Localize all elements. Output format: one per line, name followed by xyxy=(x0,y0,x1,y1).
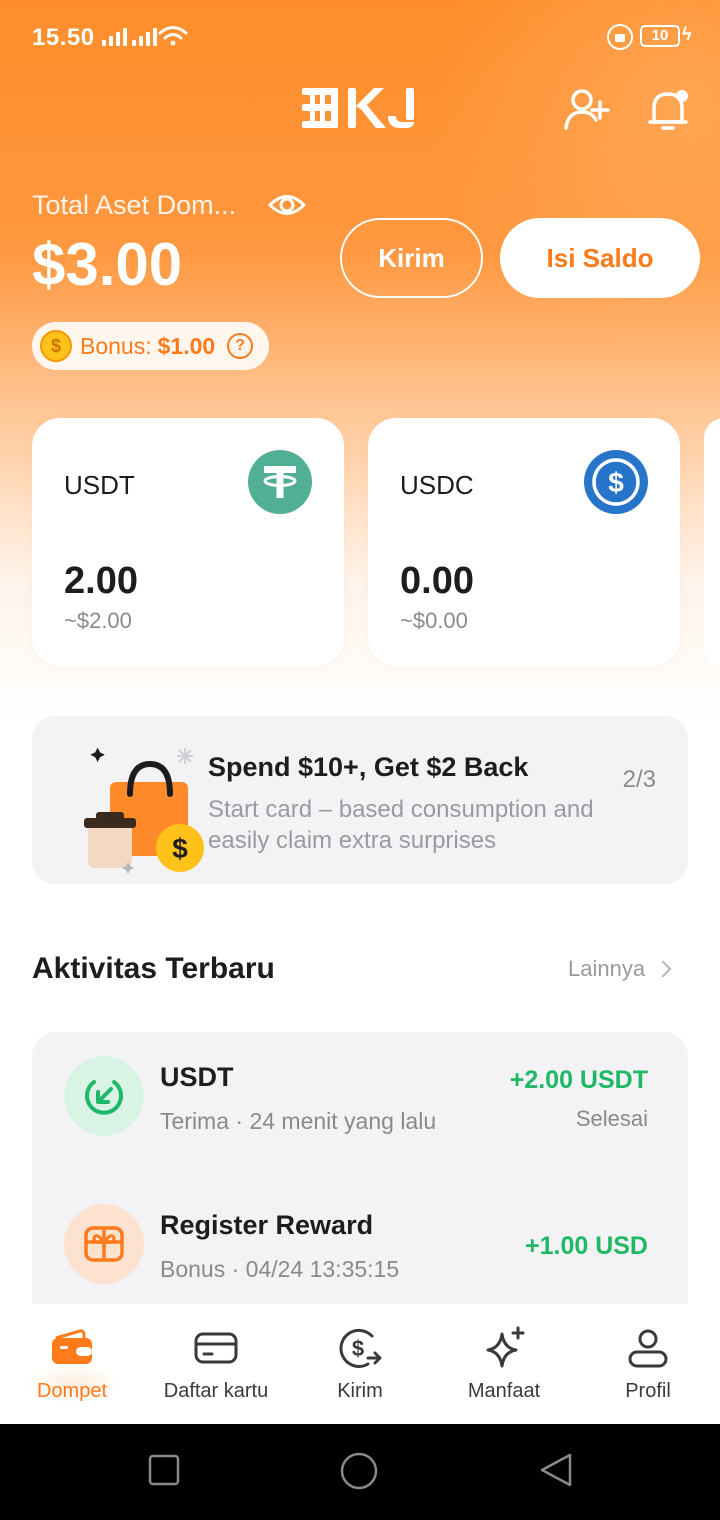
card-icon xyxy=(194,1332,238,1364)
list-item[interactable]: USDT Terima · 24 menit yang lalu +2.00 U… xyxy=(32,1032,688,1160)
coin-amount: 0.00 xyxy=(400,560,474,602)
recent-activity-title: Aktivitas Terbaru xyxy=(32,952,275,985)
send-button[interactable]: Kirim xyxy=(340,218,483,298)
coin-name: USDC xyxy=(400,470,474,500)
nav-label: Daftar kartu xyxy=(163,1380,269,1402)
coin-amount: 2.00 xyxy=(64,560,138,602)
coin-card-usdt[interactable]: USDT 2.00 ~$2.00 xyxy=(32,418,344,666)
nav-item-kirim[interactable]: $ Kirim xyxy=(288,1304,432,1424)
svg-text:$: $ xyxy=(608,467,624,498)
profile-icon xyxy=(628,1329,668,1368)
wallet-icon xyxy=(52,1329,92,1364)
status-bar: 15.50 10 ϟ xyxy=(0,0,720,76)
status-time: 15.50 xyxy=(32,24,95,51)
nav-label: Manfaat xyxy=(467,1380,541,1402)
promo-title: Spend $10+, Get $2 Back xyxy=(208,752,529,782)
coin-card-peek[interactable] xyxy=(704,418,720,666)
signal-icon xyxy=(132,28,157,46)
top-up-button[interactable]: Isi Saldo xyxy=(500,218,700,298)
bonus-pill[interactable]: $ Bonus: $1.00 ? xyxy=(32,322,269,370)
promo-subtitle: Start card – based consumption and easil… xyxy=(208,796,594,854)
coin-usd-value: ~$0.00 xyxy=(400,608,468,633)
send-money-icon: $ xyxy=(339,1328,382,1368)
more-link[interactable]: Lainnya xyxy=(568,956,672,982)
nav-item-daftar-kartu[interactable]: Daftar kartu xyxy=(144,1304,288,1424)
coin-name: USDT xyxy=(64,470,135,500)
activity-status: Selesai xyxy=(575,1106,648,1131)
sparkle-icon xyxy=(486,1326,525,1368)
activity-list: USDT Terima · 24 menit yang lalu +2.00 U… xyxy=(32,1032,688,1332)
receive-icon xyxy=(64,1056,144,1136)
coin-card-usdc[interactable]: USDC $ 0.00 ~$0.00 xyxy=(368,418,680,666)
activity-amount: +2.00 USDT xyxy=(509,1066,648,1094)
recent-apps-button[interactable] xyxy=(148,1454,180,1486)
gift-icon xyxy=(64,1204,144,1284)
promo-banner[interactable]: $ Spend $10+, Get $2 Back Start card – b… xyxy=(32,716,688,884)
activity-title: Register Reward xyxy=(160,1210,374,1240)
total-asset-label: Total Aset Dom... xyxy=(32,190,237,220)
bottom-nav: Dompet Daftar kartu $ Kirim Manfaat Prof… xyxy=(0,1304,720,1424)
list-item[interactable]: Register Reward Bonus · 04/24 13:35:15 +… xyxy=(32,1180,688,1308)
signal-icon xyxy=(102,28,127,46)
usdc-icon: $ xyxy=(584,450,648,514)
usdt-icon xyxy=(248,450,312,514)
charging-icon: ϟ xyxy=(682,24,692,44)
nav-label: Profil xyxy=(625,1380,671,1402)
add-user-icon[interactable] xyxy=(564,86,610,132)
promo-page-indicator: 2/3 xyxy=(622,766,656,793)
svg-text:$: $ xyxy=(352,1336,364,1361)
activity-subtitle: Bonus · 04/24 13:35:15 xyxy=(160,1256,400,1282)
bonus-value: $1.00 xyxy=(157,332,216,359)
activity-title: USDT xyxy=(160,1062,234,1092)
activity-amount: +1.00 USD xyxy=(525,1232,648,1260)
chevron-right-icon xyxy=(654,960,672,978)
nav-label: Dompet xyxy=(36,1380,108,1402)
coin-icon: $ xyxy=(40,330,72,362)
help-icon[interactable]: ? xyxy=(227,333,254,359)
nav-item-manfaat[interactable]: Manfaat xyxy=(432,1304,576,1424)
nav-item-dompet[interactable]: Dompet xyxy=(0,1304,144,1424)
nav-label: Kirim xyxy=(337,1380,383,1402)
svg-text:$: $ xyxy=(172,833,188,864)
nav-item-profil[interactable]: Profil xyxy=(576,1304,720,1424)
battery-icon: 10 xyxy=(640,25,680,47)
battery-level: 10 xyxy=(651,27,669,44)
back-button[interactable] xyxy=(538,1452,574,1488)
eye-icon[interactable] xyxy=(268,188,306,222)
total-asset-value: $3.00 xyxy=(32,231,183,298)
coin-usd-value: ~$2.00 xyxy=(64,608,132,633)
home-button[interactable] xyxy=(340,1452,378,1490)
system-nav-bar xyxy=(0,1424,720,1520)
shopping-bag-illustration: $ xyxy=(84,747,204,874)
lock-icon xyxy=(607,24,633,50)
bonus-label: Bonus: xyxy=(80,332,152,359)
activity-subtitle: Terima · 24 menit yang lalu xyxy=(160,1108,437,1134)
wifi-icon xyxy=(158,26,188,46)
app-logo xyxy=(302,88,414,128)
more-label: Lainnya xyxy=(568,956,646,981)
bell-icon[interactable] xyxy=(646,86,692,132)
